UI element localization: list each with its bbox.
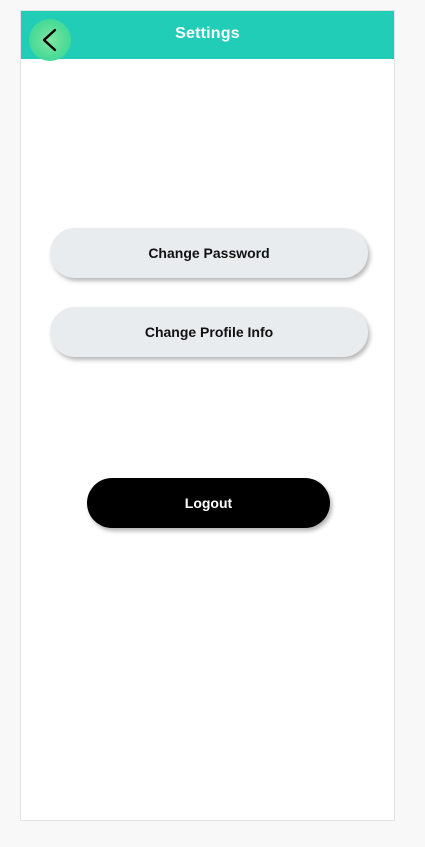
logout-label: Logout [184, 495, 233, 511]
header-bar: Settings [21, 11, 394, 61]
page-title: Settings [175, 25, 240, 42]
change-profile-info-label: Change Profile Info [144, 324, 274, 340]
change-password-label: Change Password [148, 245, 270, 261]
change-password-button[interactable]: Change Password [50, 228, 368, 278]
logout-button[interactable]: Logout [87, 478, 330, 528]
settings-screen: Settings Change Password Change Profile … [20, 10, 395, 821]
change-profile-info-button[interactable]: Change Profile Info [50, 307, 368, 357]
